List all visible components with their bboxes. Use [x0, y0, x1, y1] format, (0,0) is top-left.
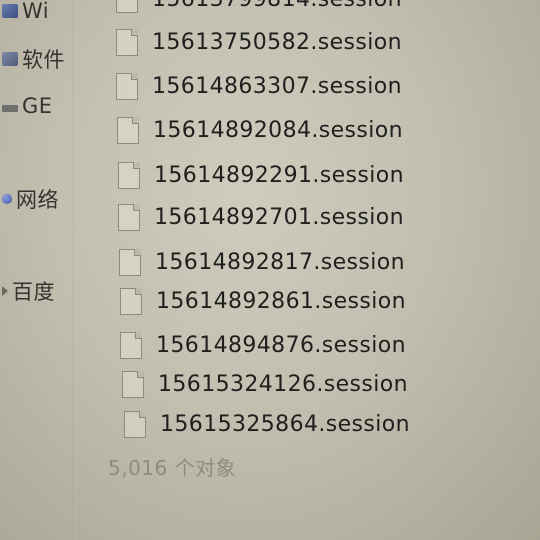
software-icon: [2, 52, 18, 66]
baidu-icon: [2, 286, 8, 296]
file-name: 15614894876.session: [156, 332, 406, 358]
file-name: 15613799814.session: [152, 0, 402, 12]
nav-item-windows[interactable]: Wi: [0, 0, 74, 24]
list-item[interactable]: 15614892817.session: [119, 245, 405, 279]
list-item[interactable]: 15615325864.session: [124, 407, 410, 441]
list-item[interactable]: 15613799814.session: [116, 0, 402, 16]
list-item[interactable]: 15613750582.session: [116, 25, 402, 59]
list-item[interactable]: 15614894876.session: [120, 328, 406, 362]
file-icon: [118, 161, 140, 189]
file-name: 15614892291.session: [154, 162, 404, 188]
file-icon: [120, 331, 142, 359]
list-item[interactable]: 15614892861.session: [120, 284, 406, 318]
list-item[interactable]: 15614892084.session: [117, 113, 403, 147]
file-name: 15614892701.session: [154, 204, 404, 230]
nav-item-label: 软件: [22, 48, 65, 72]
nav-item-label: 百度: [12, 280, 55, 304]
file-name: 15615325864.session: [160, 411, 410, 437]
file-icon: [120, 287, 142, 315]
windows-icon: [2, 4, 18, 18]
file-icon: [117, 116, 139, 144]
file-name: 15614892861.session: [156, 288, 406, 314]
list-item[interactable]: 15614892291.session: [118, 158, 404, 192]
file-icon: [124, 410, 146, 438]
nav-item-network[interactable]: 网络: [0, 186, 74, 212]
file-icon: [116, 28, 138, 56]
file-icon: [118, 203, 140, 231]
file-name: 15615324126.session: [158, 371, 408, 397]
nav-item-label: GE: [22, 94, 53, 118]
list-item[interactable]: 15614863307.session: [116, 69, 402, 103]
nav-item-drive[interactable]: GE: [0, 93, 74, 119]
file-name: 15613750582.session: [152, 29, 402, 55]
list-item[interactable]: 15614892701.session: [118, 200, 404, 234]
nav-item-label: Wi: [22, 0, 50, 23]
file-name: 15614892084.session: [153, 117, 403, 143]
file-icon: [119, 248, 141, 276]
file-name: 15614863307.session: [152, 73, 402, 99]
pane-divider[interactable]: [73, 0, 75, 540]
navigation-pane: Wi 软件 GE 网络 百度: [0, 0, 74, 540]
explorer-window: Wi 软件 GE 网络 百度 15613799814.session 15613…: [0, 0, 540, 540]
file-icon: [116, 72, 138, 100]
list-item[interactable]: 15615324126.session: [122, 367, 408, 401]
nav-item-software[interactable]: 软件: [0, 46, 74, 72]
status-item-count: 5,016 个对象: [108, 456, 237, 480]
network-icon: [2, 194, 12, 204]
file-icon: [122, 370, 144, 398]
nav-item-label: 网络: [16, 188, 59, 212]
drive-icon: [2, 104, 18, 112]
nav-item-baidu[interactable]: 百度: [0, 278, 74, 304]
file-name: 15614892817.session: [155, 249, 405, 275]
file-icon: [116, 0, 138, 13]
